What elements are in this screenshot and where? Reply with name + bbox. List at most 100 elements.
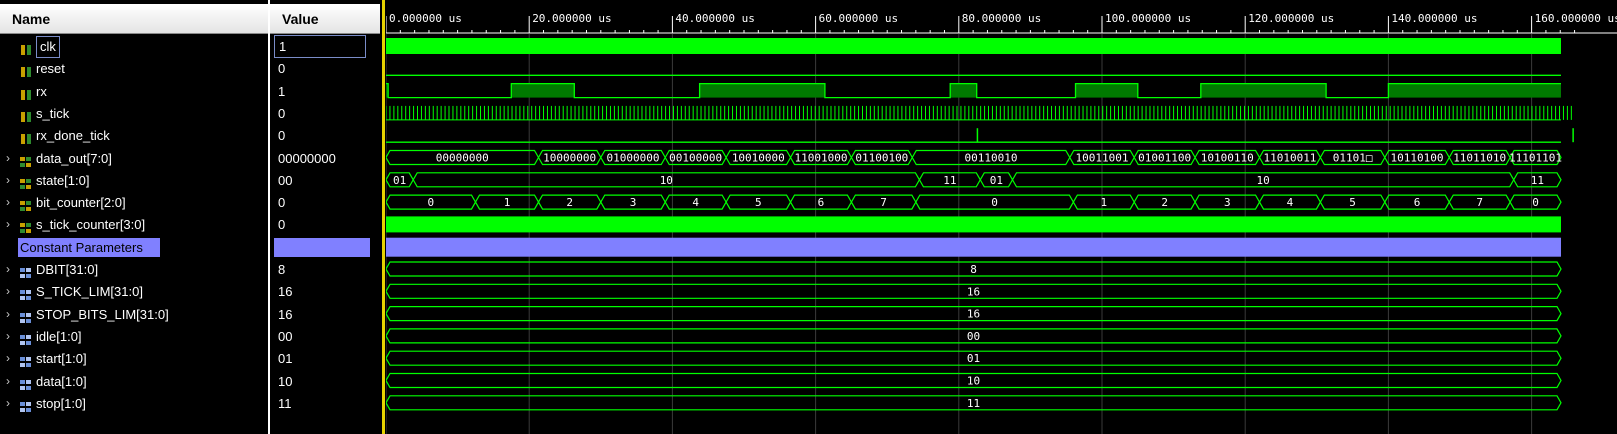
wave-bus-value: 2	[566, 196, 573, 209]
expand-chevron-icon[interactable]: ›	[6, 303, 10, 326]
signal-name: rx_done_tick	[36, 128, 110, 144]
expand-chevron-icon[interactable]: ›	[6, 392, 10, 415]
wave-high-fill	[699, 83, 825, 98]
signal-value[interactable]: 0	[270, 102, 380, 125]
signal-value[interactable]: 0	[270, 213, 380, 236]
expand-chevron-icon[interactable]: ›	[6, 258, 10, 281]
wave-bus-value: 11011010	[1453, 152, 1506, 165]
signal-row-s-tick-counter[interactable]: › s_tick_counter[3:0]	[0, 213, 268, 236]
expand-chevron-icon[interactable]: ›	[6, 370, 10, 393]
signal-value[interactable]: 10	[270, 370, 380, 393]
group-label[interactable]: Constant Parameters	[18, 237, 160, 257]
param-icon	[20, 375, 32, 390]
wave-bus-value: 11	[943, 174, 956, 187]
expand-chevron-icon[interactable]: ›	[6, 169, 10, 192]
wave-bus-value: 10010000	[732, 152, 785, 165]
wave-bus-value: 0	[991, 196, 998, 209]
signal-row-stop[interactable]: › stop[1:0]	[0, 392, 268, 415]
signal-row-bit-counter[interactable]: › bit_counter[2:0]	[0, 191, 268, 214]
expand-chevron-icon[interactable]: ›	[6, 280, 10, 303]
bus-signal-icon	[20, 152, 32, 167]
signal-row-group[interactable]: Constant Parameters	[0, 236, 268, 259]
bit-signal-icon	[20, 62, 32, 78]
wave-bus-value: 4	[692, 196, 699, 209]
signal-name-panel: Name clk reset rx s_tick rx_done_tick › data_o…	[0, 0, 268, 434]
wave-bus-value: 0	[1532, 196, 1539, 209]
signal-row-idle[interactable]: › idle[1:0]	[0, 325, 268, 348]
wave-bus-value: 7	[1476, 196, 1483, 209]
signal-value[interactable]: 00	[270, 325, 380, 348]
wave-solid-clk	[386, 38, 1561, 54]
bus-signal-icon	[20, 196, 32, 212]
wave-bus-value: 11101101	[1509, 152, 1562, 165]
signal-value[interactable]: 1	[270, 80, 380, 103]
wave-bus-value: 1	[1100, 196, 1107, 209]
signal-row-s-tick-lim[interactable]: › S_TICK_LIM[31:0]	[0, 280, 268, 303]
signal-value[interactable]: 00000000	[270, 147, 380, 170]
expand-chevron-icon[interactable]: ›	[6, 325, 10, 348]
wave-bus-value: 00	[967, 330, 980, 343]
signal-name: s_tick	[36, 105, 70, 121]
signal-value[interactable]	[274, 237, 370, 257]
signal-row-reset[interactable]: reset	[0, 57, 268, 80]
signal-row-s-tick[interactable]: s_tick	[0, 102, 268, 125]
signal-row-dbit[interactable]: › DBIT[31:0]	[0, 258, 268, 281]
time-cursor[interactable]	[382, 0, 385, 434]
signal-value[interactable]: 00	[270, 169, 380, 192]
signal-value[interactable]: 16	[270, 280, 380, 303]
signal-name: data_out[7:0]	[36, 150, 112, 166]
ruler-tick-label: 20.000000 us	[532, 12, 611, 25]
wave-bus-value: 11	[967, 397, 980, 410]
wave-bus-value: 01100100	[855, 152, 908, 165]
bus-signal-icon	[20, 218, 32, 234]
waveform-canvas[interactable]: 0.000000 us 20.000000 us 40.000000 us 60.00…	[386, 0, 1617, 434]
wave-bus-value: 6	[818, 196, 825, 209]
ruler-tick-label: 40.000000 us	[675, 12, 754, 25]
expand-chevron-icon[interactable]: ›	[6, 191, 10, 214]
name-column-header[interactable]: Name	[0, 4, 268, 34]
wave-bus-value: 01	[990, 174, 1003, 187]
param-icon	[20, 263, 32, 278]
value-column-header[interactable]: Value	[270, 4, 380, 34]
ruler-tick-label: 160.000000 us	[1535, 12, 1617, 25]
expand-chevron-icon[interactable]: ›	[6, 213, 10, 236]
bit-signal-icon	[20, 107, 32, 122]
signal-name: reset	[36, 61, 65, 77]
wave-bus-value: 3	[630, 196, 637, 209]
signal-name: DBIT[31:0]	[36, 262, 99, 277]
signal-row-rx-done-tick[interactable]: rx_done_tick	[0, 124, 268, 147]
signal-row-data[interactable]: › data[1:0]	[0, 370, 268, 393]
signal-row-rx[interactable]: rx	[0, 80, 268, 103]
signal-row-clk[interactable]: clk	[0, 35, 268, 58]
wave-bus-value: 01001100	[1138, 152, 1191, 165]
signal-row-state[interactable]: › state[1:0]	[0, 169, 268, 192]
signal-value[interactable]: 0	[270, 57, 380, 80]
signal-name: data[1:0]	[36, 373, 87, 389]
signal-value[interactable]: 11	[270, 392, 380, 415]
signal-value[interactable]: 0	[270, 191, 380, 214]
signal-row-data-out[interactable]: › data_out[7:0]	[0, 147, 268, 170]
signal-value[interactable]: 01	[270, 347, 380, 370]
wave-bus-value: 7	[880, 196, 887, 209]
bus-signal-icon	[20, 174, 32, 189]
wave-bus-value: 0	[427, 196, 434, 209]
wave-bus-value: 3	[1224, 196, 1231, 209]
signal-value[interactable]: 0	[270, 124, 380, 147]
expand-chevron-icon[interactable]: ›	[6, 347, 10, 370]
signal-value[interactable]: 16	[270, 303, 380, 326]
wave-bus-value: 5	[755, 196, 762, 209]
wave-bus-value: 10000000	[543, 152, 596, 165]
wave-bus-value: 10110100	[1391, 152, 1444, 165]
wave-bus-value: 2	[1161, 196, 1168, 209]
wave-bus-value: 1	[504, 196, 511, 209]
signal-row-start[interactable]: › start[1:0]	[0, 347, 268, 370]
wave-group-band	[386, 237, 1561, 257]
param-icon	[20, 330, 32, 345]
signal-value[interactable]: 1	[274, 35, 366, 58]
expand-chevron-icon[interactable]: ›	[6, 147, 10, 170]
wave-bus-value: 00110010	[965, 152, 1018, 165]
param-icon	[20, 308, 32, 323]
signal-value[interactable]: 8	[270, 258, 380, 281]
signal-row-stop-bits-lim[interactable]: › STOP_BITS_LIM[31:0]	[0, 303, 268, 326]
signal-name: bit_counter[2:0]	[36, 195, 126, 211]
